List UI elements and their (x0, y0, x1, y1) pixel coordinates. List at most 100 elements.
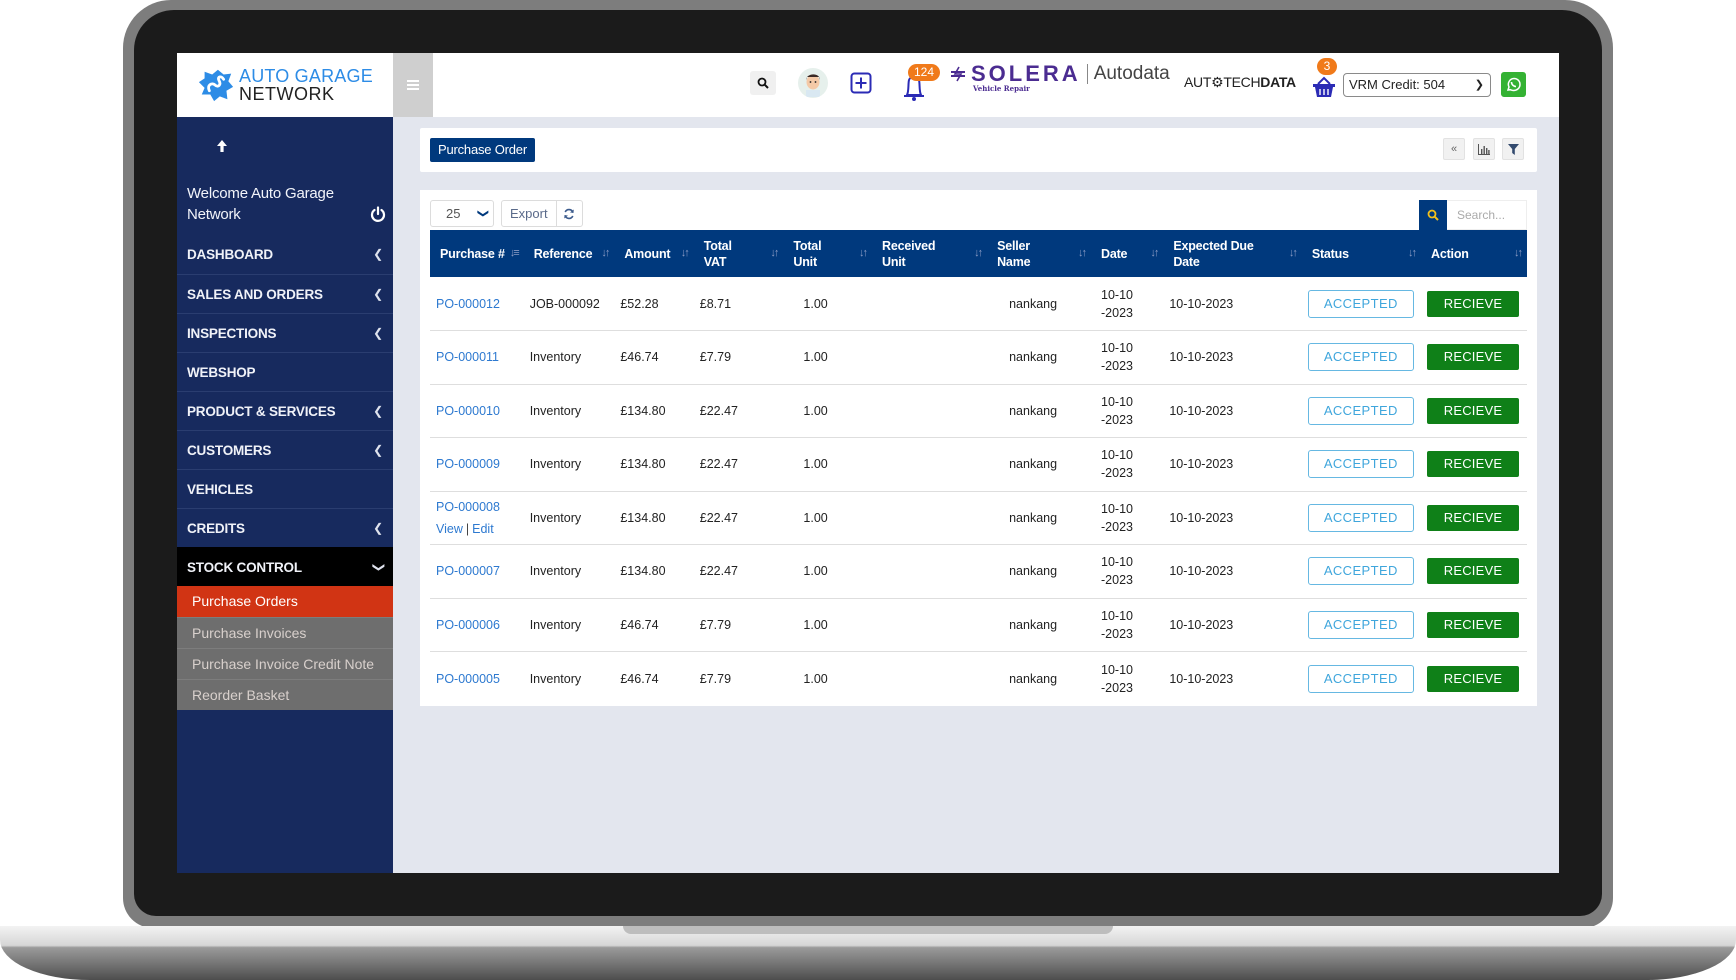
cell-amount: £52.28 (620, 296, 659, 311)
column-label: Reference (533, 246, 593, 261)
cell-received-unit (872, 490, 988, 545)
submenu-purchase-orders[interactable]: Purchase Orders (177, 586, 393, 617)
export-button[interactable]: Export (502, 201, 557, 226)
table-search (1419, 200, 1527, 230)
status-accepted-badge[interactable]: ACCEPTED (1307, 664, 1414, 693)
recieve-button[interactable]: RECIEVE (1427, 451, 1519, 478)
brand-logo[interactable]: AUTO GARAGE NETWORK (177, 53, 393, 117)
po-number-link[interactable]: PO-000012 (436, 295, 520, 313)
cell-seller-name: nankang (987, 490, 1091, 545)
sidebar-item-dashboard[interactable]: DASHBOARD ❮ (177, 235, 393, 274)
filter-button[interactable] (1502, 138, 1524, 160)
cell-purchase-number: PO-000009 (430, 437, 524, 491)
filter-icon (1507, 143, 1519, 155)
add-new-icon[interactable] (849, 71, 873, 95)
header-search-button[interactable] (750, 71, 776, 95)
sidebar-item-inspections[interactable]: INSPECTIONS ❮ (177, 313, 393, 352)
po-number-link[interactable]: PO-000005 (436, 670, 520, 688)
cell-action: RECIEVE (1421, 544, 1527, 598)
edit-link[interactable]: Edit (472, 522, 494, 536)
submenu-purchase-invoice-credit-note[interactable]: Purchase Invoice Credit Note (177, 648, 393, 679)
cell-seller-name: nankang (987, 437, 1091, 491)
sidebar-item-stock-control[interactable]: STOCK CONTROL ❮ (177, 547, 393, 586)
collapse-button[interactable]: « (1443, 138, 1465, 160)
refresh-button[interactable] (557, 201, 582, 226)
cell-purchase-number: PO-000011 (430, 330, 524, 384)
cell-received-unit (872, 277, 987, 331)
submenu-reorder-basket[interactable]: Reorder Basket (177, 679, 393, 710)
view-link[interactable]: View (436, 522, 463, 536)
arrow-up-icon[interactable] (215, 139, 229, 153)
status-accepted-badge[interactable]: ACCEPTED (1307, 450, 1414, 479)
sidebar-toggle-button[interactable] (393, 53, 433, 117)
date-value: 10-10-2023 (1101, 448, 1133, 481)
user-avatar[interactable] (798, 68, 828, 98)
status-accepted-badge[interactable]: ACCEPTED (1307, 343, 1414, 372)
status-accepted-badge[interactable]: ACCEPTED (1307, 396, 1414, 425)
column-label: Amount (624, 246, 671, 261)
whatsapp-button[interactable] (1501, 72, 1526, 97)
po-number-link[interactable]: PO-000008 (436, 498, 520, 516)
recieve-button[interactable]: RECIEVE (1427, 504, 1519, 531)
welcome-message: Welcome Auto Garage Network (187, 185, 334, 223)
col-total-vat[interactable]: Total VAT ↓↑ (693, 230, 784, 277)
col-action[interactable]: Action ↓↑ (1421, 230, 1527, 277)
page-length-select[interactable]: 25 ❯ (430, 200, 494, 227)
col-purchase-number[interactable]: Purchase # ↓≡ (430, 230, 524, 277)
purchase-order-title-button[interactable]: Purchase Order (430, 138, 535, 162)
sidebar-item-product-services[interactable]: PRODUCT & SERVICES ❮ (177, 391, 393, 430)
cell-expected-due-date: 10-10-2023 (1169, 296, 1234, 311)
vrm-credit-select[interactable]: VRM Credit: 504 ❯ (1343, 73, 1491, 97)
cell-total-vat: £22.47 (693, 383, 784, 438)
submenu-purchase-invoices[interactable]: Purchase Invoices (177, 617, 393, 648)
chart-button[interactable] (1473, 138, 1495, 160)
po-number-link[interactable]: PO-000011 (436, 348, 520, 366)
logout-power-icon[interactable] (370, 206, 386, 222)
cell-reference: JOB-000092 (529, 296, 600, 311)
cell-seller-name: nankang (987, 651, 1091, 705)
cell-received-unit (872, 544, 988, 598)
col-total-unit[interactable]: Total Unit ↓↑ (783, 230, 873, 277)
col-seller-name[interactable]: Seller Name ↓↑ (987, 230, 1091, 277)
recieve-button[interactable]: RECIEVE (1427, 665, 1519, 692)
col-status[interactable]: Status ↓↑ (1301, 230, 1421, 277)
po-number-link[interactable]: PO-000009 (436, 455, 520, 473)
table-search-button[interactable] (1419, 200, 1447, 230)
recieve-button[interactable]: RECIEVE (1427, 611, 1519, 638)
po-number-link[interactable]: PO-000007 (436, 562, 520, 580)
po-number-link[interactable]: PO-000010 (436, 402, 520, 420)
col-date[interactable]: Date ↓↑ (1091, 230, 1164, 277)
solera-autodata-logo[interactable]: SOLERA Vehicle Repair Autodata (949, 63, 1170, 103)
recieve-button[interactable]: RECIEVE (1427, 558, 1519, 585)
recieve-button[interactable]: RECIEVE (1427, 344, 1519, 371)
status-accepted-badge[interactable]: ACCEPTED (1307, 503, 1414, 532)
col-received-unit[interactable]: Received Unit ↓↑ (872, 230, 988, 277)
recieve-button[interactable]: RECIEVE (1427, 290, 1519, 317)
sidebar-item-vehicles[interactable]: VEHICLES (177, 469, 393, 508)
table-row: PO-000011 Inventory £46.74 £7.79 1.00 na… (430, 330, 1527, 384)
recieve-button[interactable]: RECIEVE (1427, 397, 1519, 424)
col-expected-due-date[interactable]: Expected Due Date ↓↑ (1163, 230, 1302, 277)
cell-purchase-number: PO-000005 (430, 651, 524, 705)
status-accepted-badge[interactable]: ACCEPTED (1307, 557, 1414, 586)
table-search-input[interactable] (1447, 200, 1527, 230)
status-accepted-badge[interactable]: ACCEPTED (1307, 289, 1414, 318)
autotechdata-logo[interactable]: AUT⚙TECHDATA (1184, 74, 1296, 91)
status-accepted-badge[interactable]: ACCEPTED (1307, 610, 1414, 639)
po-number-link[interactable]: PO-000006 (436, 616, 520, 634)
sort-icon: ↓↑ (1078, 247, 1087, 259)
sort-icon: ↓↑ (1408, 247, 1417, 259)
col-amount[interactable]: Amount ↓↑ (614, 230, 694, 277)
reorder-basket-icon[interactable] (1312, 76, 1336, 98)
avatar-icon (806, 74, 820, 97)
cell-reference: Inventory (523, 330, 615, 384)
sidebar-item-sales-and-orders[interactable]: SALES AND ORDERS ❮ (177, 274, 393, 313)
sidebar-item-customers[interactable]: CUSTOMERS ❮ (177, 430, 393, 469)
cell-total-unit: 1.00 (783, 330, 873, 384)
sort-icon: ↓↑ (1514, 247, 1523, 259)
sidebar-item-webshop[interactable]: WEBSHOP (177, 352, 393, 391)
sidebar-item-credits[interactable]: CREDITS ❮ (177, 508, 393, 547)
col-reference[interactable]: Reference ↓↑ (523, 230, 615, 277)
chevron-left-icon: ❮ (373, 326, 383, 340)
logo-line1: AUTO GARAGE (239, 66, 373, 86)
